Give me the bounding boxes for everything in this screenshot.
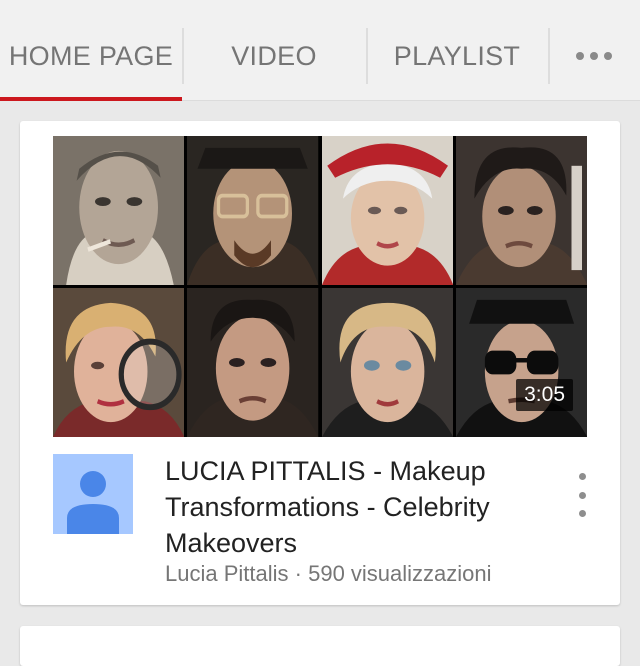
thumbnail-face: [187, 136, 319, 285]
video-card[interactable]: 3:05 LUCIA PITTALIS - Makeup Transformat…: [20, 121, 620, 605]
default-avatar-icon: [53, 454, 133, 534]
thumbnail-face: [321, 136, 453, 285]
meta-separator: ·: [294, 561, 302, 586]
tab-home-page[interactable]: HOME PAGE: [0, 12, 182, 101]
channel-avatar[interactable]: [53, 454, 133, 534]
more-vertical-icon: [578, 473, 586, 480]
channel-name[interactable]: Lucia Pittalis: [165, 561, 289, 586]
video-thumbnail[interactable]: 3:05: [53, 136, 587, 437]
video-duration-badge: 3:05: [516, 379, 573, 411]
thumbnail-face: [53, 136, 185, 285]
thumbnail-face: [455, 136, 587, 285]
more-tabs-button[interactable]: [548, 12, 640, 100]
tab-home-page-label: HOME PAGE: [8, 40, 174, 71]
next-video-card[interactable]: [20, 626, 620, 666]
thumbnail-face: [455, 288, 587, 437]
thumbnail-face: [321, 288, 453, 437]
status-strip: [0, 0, 640, 12]
channel-tab-bar: HOME PAGE VIDEO PLAYLIST: [0, 12, 640, 101]
more-horizontal-icon: [576, 52, 612, 60]
tab-playlist[interactable]: PLAYLIST: [366, 12, 548, 100]
view-count: 590 visualizzazioni: [308, 561, 492, 586]
video-meta: Lucia Pittalis · 590 visualizzazioni: [165, 561, 585, 587]
video-title[interactable]: LUCIA PITTALIS - Makeup Transformations …: [165, 453, 555, 561]
thumbnail-face: [187, 288, 319, 437]
tab-video-label: VIDEO: [231, 40, 317, 71]
video-menu-button[interactable]: [570, 473, 594, 517]
thumbnail-face: [53, 288, 185, 437]
tab-video[interactable]: VIDEO: [182, 12, 366, 100]
tab-playlist-label: PLAYLIST: [393, 40, 521, 71]
